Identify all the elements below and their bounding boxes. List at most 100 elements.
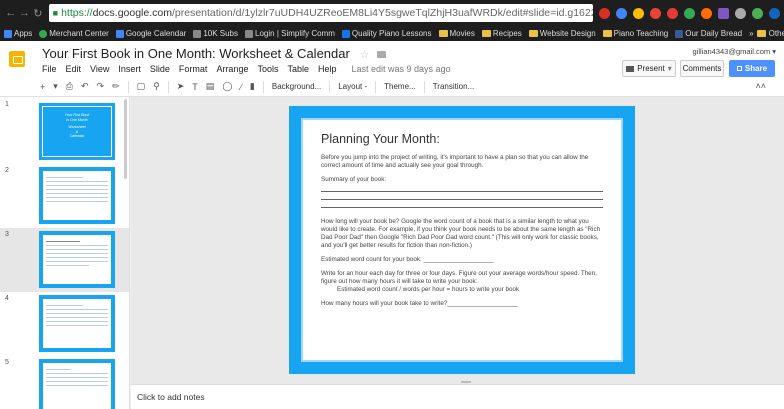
select-cursor-icon[interactable]: ➤ [177,81,185,92]
thumbnail-content: Your First Book in One Month Worksheet &… [42,106,112,157]
speaker-notes[interactable]: Click to add notes [131,384,784,409]
thumbnail-line [46,369,71,370]
menu-arrange[interactable]: Arrange [216,64,248,74]
extension-icon[interactable] [615,7,627,19]
bookmark-simplify[interactable]: Login | Simplify Comm [245,29,335,38]
extension-icon[interactable] [734,7,746,19]
extension-icon[interactable] [649,7,661,19]
bookmark-recipes[interactable]: Recipes [481,29,522,38]
toolbar-divider [262,80,264,93]
menu-slide[interactable]: Slide [150,64,170,74]
slide-paragraph: Estimated word count / words per hour = … [337,286,520,293]
menu-help[interactable]: Help [318,64,337,74]
extension-icon[interactable] [700,7,712,19]
notes-placeholder: Click to add notes [137,392,205,402]
bookmark-merchant-center[interactable]: Merchant Center [39,29,109,38]
address-bar[interactable]: ■ https:// docs.google.com /presentation… [48,4,593,22]
shape-icon[interactable]: ◯ [222,81,232,92]
overflow-chevron-icon: » [749,29,754,38]
image-icon[interactable]: ▤ [206,81,215,92]
extension-icon[interactable] [632,7,644,19]
user-account[interactable]: gillian4343@gmail.com ▾ [692,47,776,56]
toolbar-divider [329,80,331,93]
bookmark-10k-subs[interactable]: 10K Subs [193,29,238,38]
extension-icon[interactable] [751,7,763,19]
line-icon[interactable]: ∕ [240,82,242,92]
comments-button[interactable]: Comments [680,60,724,77]
comment-icon[interactable]: ▮ [250,81,255,92]
star-icon[interactable]: ☆ [359,49,369,61]
chevron-down-icon[interactable]: ▾ [53,81,58,92]
editor-toolbar: + ▾ ⎙ ↶ ↷ ✏ ▢ ⚲ ➤ T ▤ ◯ ∕ ▮ Background..… [0,77,784,97]
slide-thumbnail-4[interactable] [39,295,115,352]
answer-line [321,191,603,192]
bookmark-piano-teaching[interactable]: Piano Teaching [602,29,668,38]
folder-icon [481,30,491,37]
menu-format[interactable]: Format [179,64,208,74]
print-icon[interactable]: ⎙ [66,81,73,92]
bookmark-movies[interactable]: Movies [438,29,475,38]
background-button[interactable]: Background... [272,82,321,91]
thumbnail-line [46,325,108,326]
slide-thumbnail-5[interactable] [39,359,115,409]
url-path: /presentation/d/1ylzlr7uUDH4UZReoEM8Li4Y… [171,7,593,19]
present-button[interactable]: Present ▾ [622,60,676,77]
menu-view[interactable]: View [90,64,109,74]
slides-logo-icon[interactable] [9,51,25,67]
slide-number: 4 [5,295,9,302]
transition-button[interactable]: Transition... [433,82,475,91]
theme-button[interactable]: Theme... [384,82,416,91]
other-bookmarks[interactable]: » Other bookmar [749,29,784,38]
thumbnail-content [42,362,112,409]
bookmark-website-design[interactable]: Website Design [528,29,596,38]
text-box-icon[interactable]: T [192,82,198,92]
thumbnail-content [42,170,112,221]
slide-number: 5 [5,359,9,366]
menu-edit[interactable]: Edit [66,64,82,74]
extension-icon[interactable] [683,7,695,19]
slide-content-box[interactable]: Planning Your Month: Before you jump int… [301,118,623,362]
slide-thumbnail-1[interactable]: Your First Book in One Month Worksheet &… [39,103,115,160]
filmstrip-scrollbar[interactable] [124,99,127,179]
zoom-icon[interactable]: ⚲ [153,81,160,92]
menu-bar: File Edit View Insert Slide Format Arran… [42,64,451,74]
folder-icon[interactable] [376,51,386,58]
thumbnail-line [46,181,108,182]
slide-heading[interactable]: Planning Your Month: [321,132,603,146]
slide-filmstrip: 1 Your First Book in One Month Worksheet… [0,97,130,409]
paint-format-icon[interactable]: ✏ [112,81,120,92]
bookmark-our-daily-bread[interactable]: Our Daily Bread [675,29,742,38]
forward-icon[interactable]: → [18,7,32,19]
menu-table[interactable]: Table [287,64,309,74]
bookmark-apps[interactable]: Apps [4,29,32,38]
document-title[interactable]: Your First Book in One Month: Worksheet … [42,46,350,61]
slide-thumbnail-2[interactable] [39,167,115,224]
lock-icon [736,66,742,71]
menu-insert[interactable]: Insert [118,64,141,74]
last-edit-link[interactable]: Last edit was 9 days ago [352,64,451,74]
back-icon[interactable]: ← [4,7,18,19]
site-icon [675,29,684,38]
thumbnail-line [46,377,108,378]
menu-file[interactable]: File [42,64,57,74]
slide-canvas[interactable]: Planning Your Month: Before you jump int… [131,97,784,384]
reload-icon[interactable]: ↻ [31,7,45,20]
menu-tools[interactable]: Tools [257,64,278,74]
slide-thumbnail-3[interactable] [39,231,115,288]
collapse-menus-icon[interactable]: ˄˄ [755,81,766,91]
extension-icon[interactable] [768,7,780,19]
current-slide[interactable]: Planning Your Month: Before you jump int… [289,106,635,374]
docs-header: Your First Book in One Month: Worksheet … [0,41,784,77]
zoom-fit-icon[interactable]: ▢ [137,81,146,92]
bookmark-google-calendar[interactable]: Google Calendar [115,29,186,38]
layout-button[interactable]: Layout - [338,82,367,91]
redo-icon[interactable]: ↷ [97,81,105,92]
share-button[interactable]: Share [729,60,775,77]
new-slide-icon[interactable]: + [40,82,45,92]
undo-icon[interactable]: ↶ [81,81,89,92]
extension-icon[interactable] [598,7,610,19]
notes-resize-handle[interactable] [461,381,471,383]
extension-icon[interactable] [666,7,678,19]
extension-icon[interactable] [717,7,729,19]
bookmark-piano-lessons[interactable]: Quality Piano Lessons [341,29,432,38]
